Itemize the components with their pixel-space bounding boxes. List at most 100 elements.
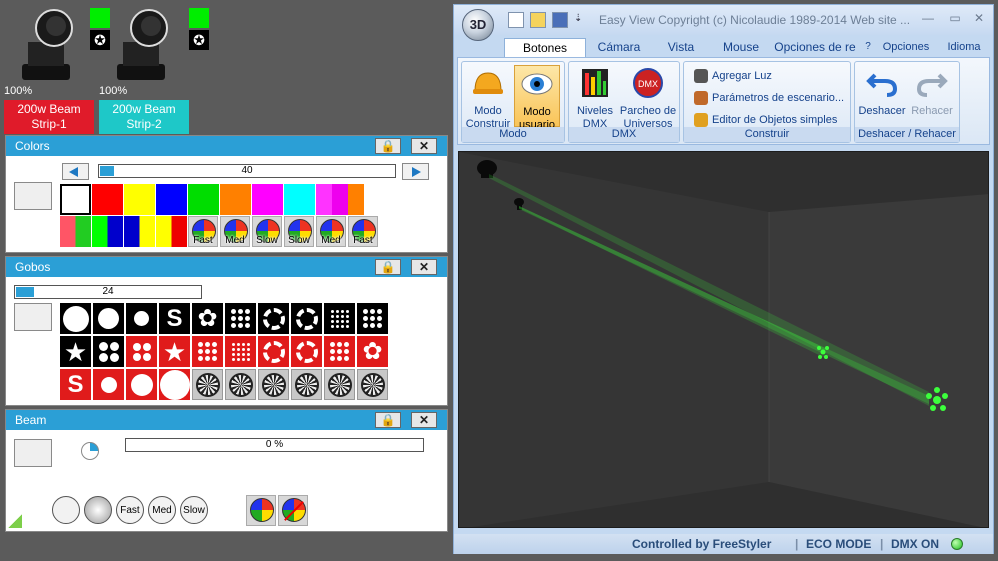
color-mix-swatch[interactable] — [60, 216, 91, 247]
color-mix-swatch[interactable] — [156, 216, 187, 247]
gobo-button[interactable] — [159, 369, 190, 400]
help-menu[interactable]: ? — [860, 38, 876, 57]
color-swatch[interactable] — [316, 184, 332, 215]
gobo-button[interactable] — [258, 303, 289, 334]
deshacer-button[interactable]: Deshacer — [857, 65, 907, 117]
color-swatch[interactable] — [92, 184, 123, 215]
maximize-icon[interactable]: ▭ — [946, 11, 964, 25]
color-swatch[interactable] — [284, 184, 315, 215]
gobo-button[interactable]: ★ — [60, 336, 91, 367]
gobo-button[interactable] — [258, 336, 289, 367]
gobo-button[interactable] — [192, 336, 223, 367]
new-file-icon[interactable] — [508, 12, 524, 28]
color-wheel-button[interactable] — [246, 495, 276, 526]
beam-macro-button[interactable]: Slow — [180, 496, 208, 524]
tab-opciones-de-render[interactable]: Opciones de re — [774, 38, 856, 57]
gobo-button[interactable] — [357, 303, 388, 334]
color-macro-button[interactable]: Slow — [252, 216, 282, 247]
gobo-button[interactable]: S — [60, 369, 91, 400]
slider-left-arrow-icon[interactable] — [62, 163, 89, 180]
gobo-button[interactable] — [225, 303, 256, 334]
beam-reset-button[interactable] — [14, 439, 52, 467]
color-macro-button[interactable]: Fast — [188, 216, 218, 247]
lock-icon[interactable]: 🔒 — [375, 138, 401, 154]
color-mix-swatch[interactable] — [124, 216, 155, 247]
parametros-escenario-button[interactable]: Parámetros de escenario... — [692, 88, 844, 108]
niveles-dmx-button[interactable]: Niveles DMX — [571, 65, 619, 130]
color-macro-button[interactable]: Slow — [284, 216, 314, 247]
color-wheel-off-button[interactable] — [278, 495, 308, 526]
gobo-rotate-button[interactable] — [258, 369, 289, 400]
language-menu[interactable]: Idioma — [940, 38, 988, 57]
gobo-button[interactable] — [291, 336, 322, 367]
gobo-button[interactable]: ✿ — [192, 303, 223, 334]
close-icon[interactable]: ✕ — [411, 138, 437, 154]
color-swatch[interactable] — [156, 184, 187, 215]
slider-right-arrow-icon[interactable] — [402, 163, 429, 180]
color-swatch[interactable] — [124, 184, 155, 215]
window-close-icon[interactable]: ✕ — [970, 11, 988, 25]
minimize-icon[interactable]: — — [919, 11, 937, 25]
gobo-button[interactable] — [225, 336, 256, 367]
fixture-1[interactable]: ✪ 100% 200w Beam Strip-1 — [4, 4, 110, 134]
color-reset-button[interactable] — [14, 182, 52, 210]
gobo-rotate-button[interactable] — [291, 369, 322, 400]
gobo-button[interactable] — [93, 336, 124, 367]
color-swatch[interactable] — [332, 184, 348, 215]
color-swatch[interactable] — [60, 184, 91, 215]
modo-construir-button[interactable]: Modo Construir — [464, 65, 512, 130]
save-icon[interactable] — [552, 12, 568, 28]
beam-macro-button[interactable]: Fast — [116, 496, 144, 524]
color-macro-button[interactable]: Med — [220, 216, 250, 247]
gobo-rotate-button[interactable] — [192, 369, 223, 400]
beam-macro-button[interactable]: Med — [148, 496, 176, 524]
agregar-luz-button[interactable]: Agregar Luz — [692, 66, 772, 86]
color-macro-button[interactable]: Fast — [348, 216, 378, 247]
color-swatch[interactable] — [188, 184, 219, 215]
gobo-rotate-button[interactable] — [324, 369, 355, 400]
open-folder-icon[interactable] — [530, 12, 546, 28]
gobo-button[interactable]: ✿ — [357, 336, 388, 367]
beam-strobe-button[interactable] — [84, 496, 112, 524]
close-icon[interactable]: ✕ — [411, 259, 437, 275]
color-swatch[interactable] — [348, 184, 364, 215]
rehacer-button[interactable]: Rehacer — [907, 65, 957, 117]
tab-mouse[interactable]: Mouse — [714, 38, 768, 57]
fixture-2[interactable]: ✪ 100% 200w Beam Strip-2 — [99, 4, 209, 134]
gobo-button[interactable] — [291, 303, 322, 334]
gobo-button[interactable] — [126, 336, 157, 367]
modo-usuario-button[interactable]: Modo usuario — [514, 65, 560, 131]
gobo-rotate-button[interactable] — [357, 369, 388, 400]
gobo-button[interactable] — [126, 303, 157, 334]
gobo-button[interactable] — [60, 303, 91, 334]
3d-stage-view[interactable] — [458, 151, 989, 528]
color-swatch[interactable] — [252, 184, 283, 215]
gobo-button[interactable] — [93, 369, 124, 400]
tab-botones[interactable]: Botones estánd — [504, 38, 586, 73]
color-slider[interactable]: 40 — [98, 164, 396, 178]
gobo-button[interactable] — [126, 369, 157, 400]
color-swatch[interactable] — [220, 184, 251, 215]
parcheo-universos-button[interactable]: DMX Parcheo de Universos — [619, 65, 677, 130]
qat-dropdown-icon[interactable]: ⇣ — [574, 13, 582, 24]
color-mix-swatch[interactable] — [92, 216, 123, 247]
gobo-button[interactable] — [324, 303, 355, 334]
lock-icon[interactable]: 🔒 — [375, 412, 401, 428]
tab-camara[interactable]: Cámara — [592, 38, 646, 57]
gobo-reset-button[interactable] — [14, 303, 52, 331]
gobo-rotate-button[interactable] — [225, 369, 256, 400]
gobo-button[interactable] — [93, 303, 124, 334]
gobo-button[interactable]: S — [159, 303, 190, 334]
gobo-button[interactable]: ★ — [159, 336, 190, 367]
gobo-button[interactable] — [324, 336, 355, 367]
app-orb-button[interactable]: 3D — [462, 9, 494, 41]
tab-vista[interactable]: Vista — [654, 38, 708, 57]
resize-grip-icon[interactable] — [8, 514, 22, 528]
gobo-slider[interactable]: 24 — [14, 285, 202, 299]
lock-icon[interactable]: 🔒 — [375, 259, 401, 275]
beam-progress[interactable]: 0 % — [125, 438, 424, 452]
close-icon[interactable]: ✕ — [411, 412, 437, 428]
color-macro-button[interactable]: Med — [316, 216, 346, 247]
beam-open-button[interactable] — [52, 496, 80, 524]
options-menu[interactable]: Opciones — [876, 38, 936, 57]
